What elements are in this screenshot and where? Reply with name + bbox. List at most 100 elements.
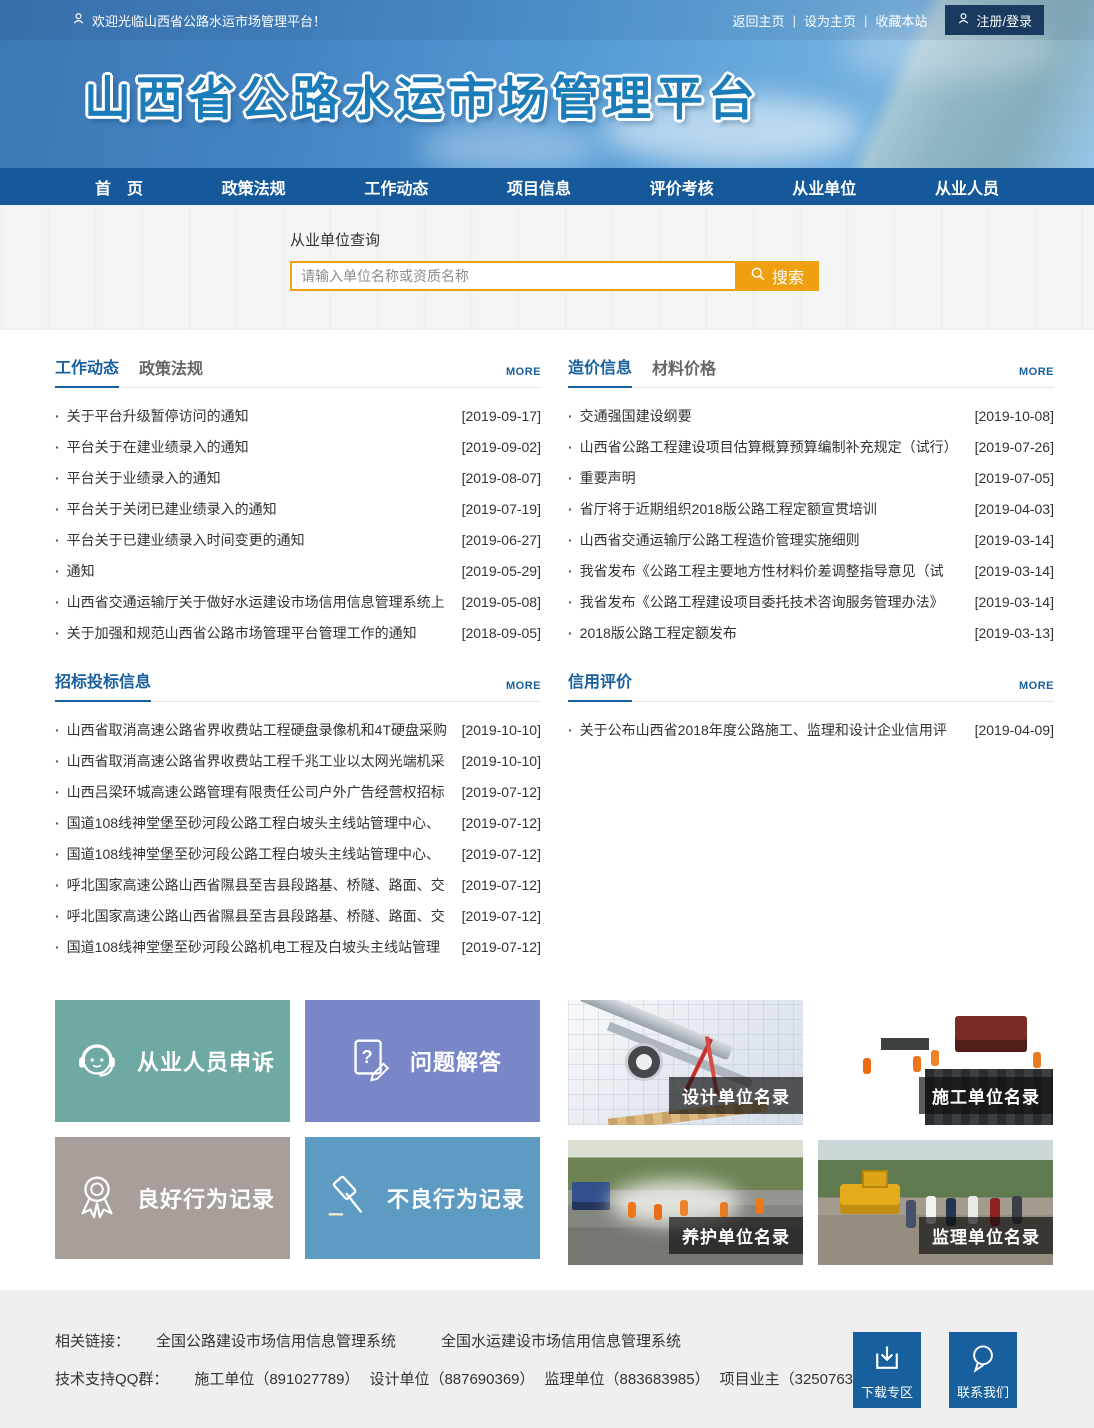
news-date: [2019-07-12] (462, 815, 541, 831)
news-item[interactable]: 关于加强和规范山西省公路市场管理平台管理工作的通知 [2018-09-05] (55, 617, 541, 648)
news-item[interactable]: 平台关于业绩录入的通知[2019-08-07] (55, 462, 541, 493)
workers-image (913, 1056, 921, 1072)
tab-bidding-info[interactable]: 招标投标信息 (55, 668, 151, 702)
news-item[interactable]: 2018版公路工程定额发布[2019-03-13] (568, 617, 1054, 648)
tab-cost-info[interactable]: 造价信息 (568, 354, 632, 388)
supervision-units-card[interactable]: 监理单位名录 (818, 1140, 1053, 1265)
medal-icon (70, 1169, 124, 1228)
news-item[interactable]: 省厅将于近期组织2018版公路工程定额宣贯培训[2019-04-03] (568, 493, 1054, 524)
news-item[interactable]: 关于公布山西省2018年度公路施工、监理和设计企业信用评[2019-04-09] (568, 714, 1054, 745)
news-title: 我省发布《公路工程建设项目委托技术咨询服务管理办法》 (580, 592, 969, 612)
topbar-welcome: 欢迎光临山西省公路水运市场管理平台！ (72, 11, 326, 30)
news-title: 平台关于已建业绩录入时间变更的通知 (67, 530, 456, 550)
search-label: 从业单位查询 (290, 229, 1094, 250)
news-item[interactable]: 山西省公路工程建设项目估算概算预算编制补充规定（试行）[2019-07-26] (568, 431, 1054, 462)
download-zone-button[interactable]: 下载专区 (853, 1332, 921, 1408)
news-date: [2019-03-13] (975, 625, 1054, 641)
link-return-home[interactable]: 返回主页 (733, 11, 785, 30)
nav-item[interactable]: 评价考核 (650, 175, 714, 199)
news-title: 呼北国家高速公路山西省隰县至吉县段路基、桥隧、路面、交 (67, 906, 456, 926)
nav-item[interactable]: 政策法规 (222, 175, 286, 199)
tab-credit-rating[interactable]: 信用评价 (568, 668, 632, 702)
news-item[interactable]: 山西省取消高速公路省界收费站工程千兆工业以太网光端机采[2019-10-10] (55, 745, 541, 776)
news-date: [2019-10-08] (975, 408, 1054, 424)
news-item[interactable]: 平台关于已建业绩录入时间变更的通知[2019-06-27] (55, 524, 541, 555)
news-date: [2019-07-19] (462, 501, 541, 517)
news-title: 关于平台升级暂停访问的通知 (67, 406, 456, 426)
qq-support-label: 技术支持QQ群： (55, 1368, 168, 1389)
news-date: [2018-09-05] (462, 625, 541, 641)
tab-material-price[interactable]: 材料价格 (652, 355, 716, 387)
news-item[interactable]: 山西省交通运输厅公路工程造价管理实施细则[2019-03-14] (568, 524, 1054, 555)
more-link-credit[interactable]: MORE (1019, 680, 1054, 701)
tab-policy[interactable]: 政策法规 (139, 355, 203, 387)
news-item[interactable]: 山西吕梁环城高速公路管理有限责任公司户外广告经营权招标[2019-07-12] (55, 776, 541, 807)
design-units-card[interactable]: 设计单位名录 (568, 1000, 803, 1125)
qq-group: 设计单位（887690369） (369, 1368, 534, 1389)
construction-units-card[interactable]: 施工单位名录 (818, 1000, 1053, 1125)
more-link-cost[interactable]: MORE (1019, 366, 1054, 387)
section-cost-info: 造价信息 材料价格 MORE 交通强国建设纲要[2019-10-08]山西省公路… (568, 358, 1054, 672)
link-set-home[interactable]: 设为主页 (804, 11, 856, 30)
link-favorite[interactable]: 收藏本站 (875, 11, 927, 30)
news-item[interactable]: 山西省交通运输厅关于做好水运建设市场信用信息管理系统上[2019-05-08] (55, 586, 541, 617)
faq-button[interactable]: ? 问题解答 (305, 1000, 540, 1122)
news-item[interactable]: 平台关于在建业绩录入的通知[2019-09-02] (55, 431, 541, 462)
news-item[interactable]: 我省发布《公路工程建设项目委托技术咨询服务管理办法》[2019-03-14] (568, 586, 1054, 617)
news-title: 平台关于在建业绩录入的通知 (67, 437, 456, 457)
tab-work-dynamics[interactable]: 工作动态 (55, 354, 119, 388)
news-item[interactable]: 交通强国建设纲要[2019-10-08] (568, 400, 1054, 431)
directory-cards-grid: 设计单位名录 施工单位名录 养护单位名录 监理单位名录 (568, 1000, 1054, 1265)
supervision-units-label: 监理单位名录 (919, 1217, 1053, 1254)
news-item[interactable]: 平台关于关闭已建业绩录入的通知[2019-07-19] (55, 493, 541, 524)
news-date: [2019-07-12] (462, 939, 541, 955)
bad-record-button[interactable]: 不良行为记录 (305, 1137, 540, 1259)
news-item[interactable]: 我省发布《公路工程主要地方性材料价差调整指导意见（试 [2019-03-14] (568, 555, 1054, 586)
news-item[interactable]: 山西省取消高速公路省界收费站工程硬盘录像机和4T硬盘采购[2019-10-10] (55, 714, 541, 745)
search-input[interactable] (290, 261, 735, 291)
construction-units-label: 施工单位名录 (919, 1077, 1053, 1114)
related-link[interactable]: 全国公路建设市场信用信息管理系统 (156, 1330, 396, 1351)
nav-item[interactable]: 从业人员 (935, 175, 999, 199)
news-item[interactable]: 国道108线神堂堡至砂河段公路工程白坡头主线站管理中心、[2019-07-12] (55, 807, 541, 838)
related-link[interactable]: 全国水运建设市场信用信息管理系统 (441, 1330, 681, 1351)
news-title: 通知 (67, 561, 456, 581)
nav-item[interactable]: 工作动态 (364, 175, 428, 199)
welcome-text: 欢迎光临山西省公路水运市场管理平台！ (92, 11, 326, 30)
quick-links-grid: 从业人员申诉 ? 问题解答 良好行为记录 不良行为记录 (55, 1000, 541, 1265)
news-item[interactable]: 国道108线神堂堡至砂河段公路机电工程及白坡头主线站管理[2019-07-12] (55, 931, 541, 962)
good-record-button[interactable]: 良好行为记录 (55, 1137, 290, 1259)
nav-item[interactable]: 从业单位 (792, 175, 856, 199)
search-button[interactable]: 搜索 (735, 261, 819, 291)
faq-label: 问题解答 (410, 1045, 502, 1077)
news-date: [2019-03-14] (975, 563, 1054, 579)
news-title: 山西吕梁环城高速公路管理有限责任公司户外广告经营权招标 (67, 782, 456, 802)
news-title: 我省发布《公路工程主要地方性材料价差调整指导意见（试 (580, 561, 969, 581)
more-link-bid[interactable]: MORE (506, 680, 541, 701)
register-login-button[interactable]: 注册/登录 (945, 5, 1044, 35)
appeal-button[interactable]: 从业人员申诉 (55, 1000, 290, 1122)
section-work-news: 工作动态 政策法规 MORE 关于平台升级暂停访问的通知[2019-09-17]… (55, 358, 541, 672)
news-title: 山西省公路工程建设项目估算概算预算编制补充规定（试行） (580, 437, 969, 457)
news-title: 关于加强和规范山西省公路市场管理平台管理工作的通知 (67, 623, 456, 643)
maintenance-units-label: 养护单位名录 (669, 1217, 803, 1254)
news-item[interactable]: 关于平台升级暂停访问的通知[2019-09-17] (55, 400, 541, 431)
news-item[interactable]: 通知[2019-05-29] (55, 555, 541, 586)
nav-item[interactable]: 首 页 (95, 175, 143, 199)
news-item[interactable]: 国道108线神堂堡至砂河段公路工程白坡头主线站管理中心、[2019-07-12] (55, 838, 541, 869)
footer: 相关链接： 全国公路建设市场信用信息管理系统全国水运建设市场信用信息管理系统 技… (0, 1290, 1094, 1428)
news-item[interactable]: 呼北国家高速公路山西省隰县至吉县段路基、桥隧、路面、交[2019-07-12] (55, 900, 541, 931)
download-icon (871, 1342, 903, 1377)
more-link-work[interactable]: MORE (506, 366, 541, 387)
contact-us-button[interactable]: 联系我们 (949, 1332, 1017, 1408)
news-date: [2019-08-07] (462, 470, 541, 486)
qq-group: 监理单位（883683985） (545, 1368, 710, 1389)
nav-item[interactable]: 项目信息 (507, 175, 571, 199)
news-title: 山西省交通运输厅关于做好水运建设市场信用信息管理系统上 (67, 592, 456, 612)
maintenance-units-card[interactable]: 养护单位名录 (568, 1140, 803, 1265)
download-zone-label: 下载专区 (861, 1382, 913, 1401)
news-title: 关于公布山西省2018年度公路施工、监理和设计企业信用评 (580, 720, 969, 740)
news-item[interactable]: 呼北国家高速公路山西省隰县至吉县段路基、桥隧、路面、交[2019-07-12] (55, 869, 541, 900)
contact-us-label: 联系我们 (957, 1382, 1009, 1401)
news-item[interactable]: 重要声明[2019-07-05] (568, 462, 1054, 493)
